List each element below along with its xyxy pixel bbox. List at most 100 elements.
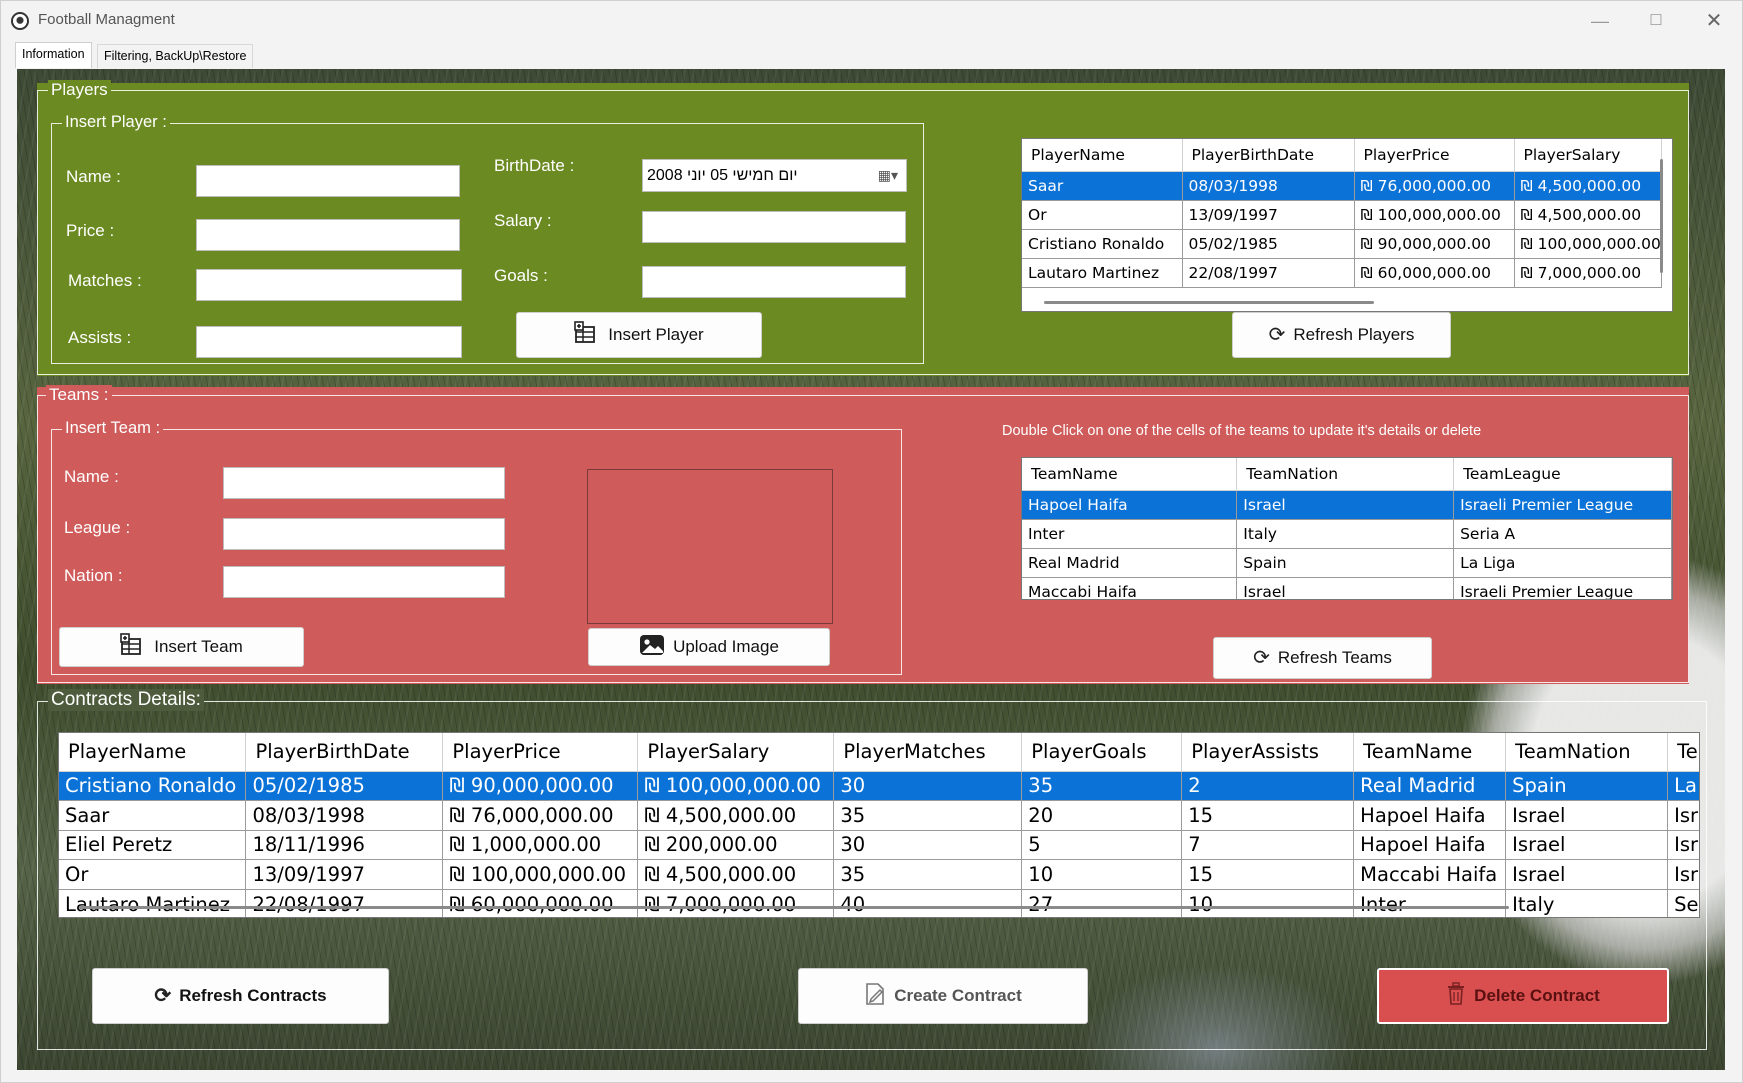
player-price-input[interactable] — [196, 219, 460, 251]
table-cell[interactable]: Spain — [1236, 548, 1455, 578]
table-cell[interactable]: Maccabi Haifa — [1022, 577, 1238, 599]
table-cell[interactable]: Hapoel Haifa — [1353, 800, 1507, 831]
delete-contract-button[interactable]: Delete Contract — [1377, 968, 1669, 1024]
table-cell[interactable]: ₪ 7,000,000.00 — [637, 889, 835, 917]
table-cell[interactable]: Seria A — [1453, 519, 1672, 549]
table-cell[interactable]: 08/03/1998 — [1182, 171, 1355, 201]
table-cell[interactable]: 05/02/1985 — [1182, 229, 1355, 259]
column-header[interactable]: TeamLeague — [1453, 458, 1672, 491]
table-cell[interactable]: ₪ 4,500,000.00 — [1514, 200, 1662, 230]
table-cell[interactable]: Or — [59, 859, 247, 890]
table-cell[interactable]: Maccabi Haifa — [1353, 859, 1507, 890]
table-row[interactable]: Eliel Peretz 18/11/1996 ₪ 1,000,000.00 ₪… — [59, 830, 1699, 861]
close-button[interactable]: ✕ — [1691, 6, 1737, 36]
calendar-icon[interactable]: ▦▾ — [878, 167, 898, 184]
table-cell[interactable]: Israel — [1505, 800, 1669, 831]
table-row[interactable]: Hapoel Haifa Israel Israeli Premier Leag… — [1022, 490, 1672, 520]
table-row[interactable]: Real Madrid Spain La Liga — [1022, 548, 1672, 578]
table-cell[interactable]: Se — [1667, 889, 1699, 917]
column-header[interactable]: PlayerSalary — [1514, 139, 1662, 172]
table-cell[interactable]: La — [1667, 771, 1699, 802]
table-cell[interactable]: ₪ 76,000,000.00 — [442, 800, 639, 831]
players-grid[interactable]: PlayerName PlayerBirthDate PlayerPrice P… — [1021, 138, 1673, 312]
table-cell[interactable]: Or — [1022, 200, 1183, 230]
player-name-input[interactable] — [196, 165, 460, 197]
table-cell[interactable]: 15 — [1181, 859, 1355, 890]
table-cell[interactable]: ₪ 90,000,000.00 — [442, 771, 639, 802]
table-cell[interactable]: ₪ 60,000,000.00 — [1354, 258, 1515, 288]
table-cell[interactable]: ₪ 76,000,000.00 — [1354, 171, 1515, 201]
player-birthdate-picker[interactable]: יום חמישי 05 יוני 2008 ▦▾ — [642, 159, 907, 192]
refresh-contracts-button[interactable]: ⟳ Refresh Contracts — [92, 968, 389, 1024]
table-row[interactable]: Maccabi Haifa Israel Israeli Premier Lea… — [1022, 577, 1672, 599]
players-vertical-scrollbar[interactable] — [1660, 159, 1663, 273]
table-cell[interactable]: Cristiano Ronaldo — [1022, 229, 1183, 259]
table-cell[interactable]: 10 — [1181, 889, 1355, 917]
teams-grid[interactable]: TeamName TeamNation TeamLeague Hapoel Ha… — [1021, 457, 1673, 600]
table-cell[interactable]: 40 — [833, 889, 1023, 917]
table-cell[interactable]: Isr — [1667, 800, 1699, 831]
column-header[interactable]: PlayerName — [1022, 139, 1183, 172]
tab-filtering-backup-restore[interactable]: Filtering, BackUp\Restore — [97, 44, 254, 68]
table-cell[interactable]: 35 — [833, 800, 1023, 831]
table-cell[interactable]: 20 — [1021, 800, 1183, 831]
table-cell[interactable]: Lautaro Martinez — [59, 889, 247, 917]
table-cell[interactable]: 22/08/1997 — [245, 889, 444, 917]
team-league-input[interactable] — [223, 518, 505, 550]
table-cell[interactable]: 13/09/1997 — [245, 859, 444, 890]
column-header[interactable]: PlayerBirthDate — [1182, 139, 1355, 172]
table-cell[interactable]: Lautaro Martinez — [1022, 258, 1183, 288]
table-cell[interactable]: 08/03/1998 — [245, 800, 444, 831]
refresh-teams-button[interactable]: ⟳ Refresh Teams — [1213, 637, 1432, 679]
table-row[interactable]: Cristiano Ronaldo 05/02/1985 ₪ 90,000,00… — [1022, 229, 1662, 259]
table-cell[interactable]: Israel — [1236, 577, 1455, 599]
table-row[interactable]: Or 13/09/1997 ₪ 100,000,000.00 ₪ 4,500,0… — [59, 859, 1699, 890]
table-cell[interactable]: Israeli Premier League — [1453, 577, 1672, 599]
table-cell[interactable]: Israeli Premier League — [1453, 490, 1672, 520]
table-cell[interactable]: 13/09/1997 — [1182, 200, 1355, 230]
table-cell[interactable]: Spain — [1505, 771, 1669, 802]
players-horizontal-scrollbar[interactable] — [1044, 301, 1374, 304]
table-cell[interactable]: 35 — [1021, 771, 1183, 802]
table-row[interactable]: Cristiano Ronaldo 05/02/1985 ₪ 90,000,00… — [59, 771, 1699, 802]
table-cell[interactable]: 7 — [1181, 830, 1355, 861]
table-cell[interactable]: Israel — [1505, 830, 1669, 861]
table-cell[interactable]: 35 — [833, 859, 1023, 890]
table-row[interactable]: Lautaro Martinez 22/08/1997 ₪ 60,000,000… — [1022, 258, 1662, 288]
upload-image-button[interactable]: Upload Image — [588, 628, 830, 666]
table-cell[interactable]: Real Madrid — [1022, 548, 1238, 578]
create-contract-button[interactable]: Create Contract — [798, 968, 1088, 1024]
table-cell[interactable]: ₪ 4,500,000.00 — [637, 800, 835, 831]
table-cell[interactable]: 18/11/1996 — [245, 830, 444, 861]
table-cell[interactable]: 30 — [833, 830, 1023, 861]
table-cell[interactable]: ₪ 4,500,000.00 — [637, 859, 835, 890]
maximize-button[interactable]: ☐ — [1633, 6, 1679, 36]
column-header[interactable]: Te — [1667, 733, 1699, 772]
column-header[interactable]: PlayerSalary — [637, 733, 835, 772]
table-cell[interactable]: ₪ 200,000.00 — [637, 830, 835, 861]
column-header[interactable]: PlayerMatches — [833, 733, 1023, 772]
table-cell[interactable]: ₪ 1,000,000.00 — [442, 830, 639, 861]
table-cell[interactable]: ₪ 100,000,000.00 — [1514, 229, 1662, 259]
table-cell[interactable]: 5 — [1021, 830, 1183, 861]
player-assists-input[interactable] — [196, 326, 462, 358]
insert-team-button[interactable]: Insert Team — [59, 627, 304, 667]
table-row[interactable]: Saar 08/03/1998 ₪ 76,000,000.00 ₪ 4,500,… — [59, 800, 1699, 831]
table-row[interactable]: Saar 08/03/1998 ₪ 76,000,000.00 ₪ 4,500,… — [1022, 171, 1662, 201]
table-cell[interactable]: 05/02/1985 — [245, 771, 444, 802]
column-header[interactable]: PlayerGoals — [1021, 733, 1183, 772]
column-header[interactable]: PlayerPrice — [442, 733, 639, 772]
table-cell[interactable]: ₪ 100,000,000.00 — [442, 859, 639, 890]
column-header[interactable]: TeamNation — [1505, 733, 1669, 772]
table-cell[interactable]: ₪ 4,500,000.00 — [1514, 171, 1662, 201]
table-cell[interactable]: 30 — [833, 771, 1023, 802]
table-cell[interactable]: ₪ 60,000,000.00 — [442, 889, 639, 917]
table-cell[interactable]: 10 — [1021, 859, 1183, 890]
table-cell[interactable]: Cristiano Ronaldo — [59, 771, 247, 802]
contracts-horizontal-scrollbar[interactable] — [79, 906, 1509, 909]
table-cell[interactable]: 15 — [1181, 800, 1355, 831]
tab-information[interactable]: Information — [15, 42, 92, 68]
table-cell[interactable]: Saar — [1022, 171, 1183, 201]
table-cell[interactable]: ₪ 100,000,000.00 — [637, 771, 835, 802]
team-name-input[interactable] — [223, 467, 505, 499]
